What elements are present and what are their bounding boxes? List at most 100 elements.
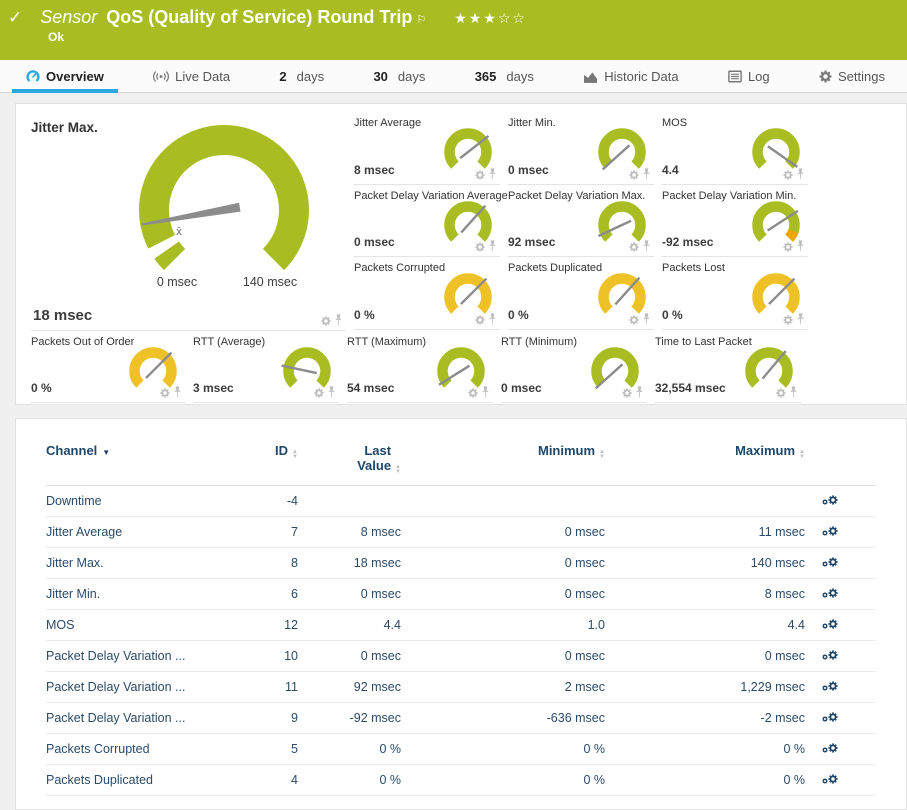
main-gauge: x̄ 0 msec 140 msec bbox=[119, 122, 331, 294]
tab-bar: Overview Live Data 2days 30days 365days Histo… bbox=[0, 60, 907, 93]
channel-minimum: 0 % bbox=[401, 773, 605, 787]
channels-table-panel: Channel▼ID▲▼Last Value▲▼Minimum▲▼Maximum… bbox=[15, 418, 907, 810]
channel-maximum: 0 msec bbox=[605, 649, 805, 663]
channel-settings-icon[interactable] bbox=[822, 618, 838, 632]
tab-label: Historic Data bbox=[604, 69, 678, 84]
gear-icon[interactable] bbox=[321, 316, 331, 326]
channel-settings-icon[interactable] bbox=[822, 742, 838, 756]
channel-last-value: 0 msec bbox=[298, 649, 401, 663]
gear-icon[interactable] bbox=[468, 388, 478, 398]
gear-icon[interactable] bbox=[629, 242, 639, 252]
column-header-minimum[interactable]: Minimum▲▼ bbox=[401, 443, 605, 460]
pin-icon[interactable] bbox=[327, 386, 336, 398]
gear-icon[interactable] bbox=[629, 170, 639, 180]
cell-icon-group bbox=[629, 168, 651, 180]
column-header-label: Maximum bbox=[735, 443, 795, 458]
gauge-value: 8 msec bbox=[354, 163, 395, 177]
tab-log[interactable]: Log bbox=[714, 60, 784, 92]
table-row: Packets Corrupted50 %0 %0 % bbox=[46, 734, 876, 765]
channel-minimum: -636 msec bbox=[401, 711, 605, 725]
pin-icon[interactable] bbox=[642, 168, 651, 180]
tab-settings[interactable]: Settings bbox=[805, 60, 899, 92]
tab-label: days bbox=[506, 69, 533, 84]
priority-stars[interactable]: ★★★☆☆ bbox=[454, 10, 527, 27]
column-header-id[interactable]: ID▲▼ bbox=[236, 443, 298, 460]
cell-icon-group bbox=[475, 168, 497, 180]
gauge-value: 0 % bbox=[508, 308, 529, 322]
gauge-value: 0 msec bbox=[501, 381, 542, 395]
tab-live-data[interactable]: Live Data bbox=[139, 60, 244, 92]
gauge-value: -92 msec bbox=[662, 235, 713, 249]
column-header-label: ID bbox=[275, 443, 288, 458]
gear-icon[interactable] bbox=[475, 315, 485, 325]
tab-2-days[interactable]: 2days bbox=[265, 60, 338, 92]
gauge-cell: Jitter Average8 msec bbox=[354, 112, 500, 185]
channel-settings-icon[interactable] bbox=[822, 587, 838, 601]
channel-settings-icon[interactable] bbox=[822, 711, 838, 725]
pin-icon[interactable] bbox=[789, 386, 798, 398]
pin-icon[interactable] bbox=[796, 313, 805, 325]
tab-365-days[interactable]: 365days bbox=[461, 60, 548, 92]
gauge-cell: RTT (Minimum)0 msec bbox=[501, 331, 647, 403]
channel-maximum: 8 msec bbox=[605, 587, 805, 601]
tab-overview[interactable]: Overview bbox=[12, 60, 118, 92]
pin-icon[interactable] bbox=[796, 240, 805, 252]
tab-30-days[interactable]: 30days bbox=[359, 60, 439, 92]
gauge-cell: RTT (Average)3 msec bbox=[193, 331, 339, 403]
channel-name: Packets Duplicated bbox=[46, 773, 236, 787]
sort-dropdown-icon[interactable]: ▼ bbox=[102, 448, 110, 457]
sort-updown-icon[interactable]: ▲▼ bbox=[395, 465, 401, 475]
table-row: Jitter Average78 msec0 msec11 msec bbox=[46, 517, 876, 548]
gear-icon[interactable] bbox=[783, 170, 793, 180]
gauge-value: 0 % bbox=[31, 381, 52, 395]
channel-id: -4 bbox=[236, 494, 298, 508]
pin-icon[interactable] bbox=[488, 168, 497, 180]
channel-maximum: 1,229 msec bbox=[605, 680, 805, 694]
column-header-channel[interactable]: Channel▼ bbox=[46, 443, 236, 458]
gear-icon[interactable] bbox=[314, 388, 324, 398]
cell-icon-group bbox=[629, 240, 651, 252]
channel-settings-icon[interactable] bbox=[822, 649, 838, 663]
pin-icon[interactable] bbox=[635, 386, 644, 398]
gear-icon[interactable] bbox=[160, 388, 170, 398]
pin-icon[interactable] bbox=[334, 314, 343, 326]
gear-icon[interactable] bbox=[475, 242, 485, 252]
gear-icon[interactable] bbox=[475, 170, 485, 180]
gear-icon[interactable] bbox=[783, 315, 793, 325]
channel-minimum: 0 % bbox=[401, 742, 605, 756]
channel-name: Packet Delay Variation ... bbox=[46, 711, 236, 725]
channel-id: 7 bbox=[236, 525, 298, 539]
channel-settings-icon[interactable] bbox=[822, 494, 838, 508]
pin-icon[interactable] bbox=[481, 386, 490, 398]
cell-icon-group bbox=[475, 313, 497, 325]
sort-updown-icon[interactable]: ▲▼ bbox=[799, 450, 805, 460]
table-row: Packets Duplicated40 %0 %0 % bbox=[46, 765, 876, 796]
channel-settings-icon[interactable] bbox=[822, 773, 838, 787]
pin-icon[interactable] bbox=[642, 313, 651, 325]
pin-icon[interactable] bbox=[173, 386, 182, 398]
channel-settings-icon[interactable] bbox=[822, 680, 838, 694]
channel-settings-icon[interactable] bbox=[822, 525, 838, 539]
table-row: Downtime-4 bbox=[46, 486, 876, 517]
gear-icon[interactable] bbox=[776, 388, 786, 398]
channel-minimum: 1.0 bbox=[401, 618, 605, 632]
channel-actions bbox=[805, 494, 876, 508]
gear-icon[interactable] bbox=[629, 315, 639, 325]
channel-settings-icon[interactable] bbox=[822, 556, 838, 570]
column-header-maximum[interactable]: Maximum ▲▼ bbox=[605, 443, 805, 460]
pin-icon[interactable] bbox=[488, 313, 497, 325]
gear-icon[interactable] bbox=[783, 242, 793, 252]
log-icon bbox=[728, 70, 742, 83]
flag-icon[interactable]: ⚐ bbox=[416, 13, 426, 26]
pin-icon[interactable] bbox=[488, 240, 497, 252]
column-header-last-value[interactable]: Last Value▲▼ bbox=[298, 443, 401, 475]
tab-historic-data[interactable]: Historic Data bbox=[569, 60, 692, 92]
gauge-value: 92 msec bbox=[508, 235, 555, 249]
table-row: Jitter Max.818 msec0 msec140 msec bbox=[46, 548, 876, 579]
gear-icon[interactable] bbox=[622, 388, 632, 398]
status-ok-check-icon: ✓ bbox=[8, 8, 22, 28]
pin-icon[interactable] bbox=[642, 240, 651, 252]
pin-icon[interactable] bbox=[796, 168, 805, 180]
channel-name: MOS bbox=[46, 618, 236, 632]
chart-icon bbox=[583, 70, 598, 83]
